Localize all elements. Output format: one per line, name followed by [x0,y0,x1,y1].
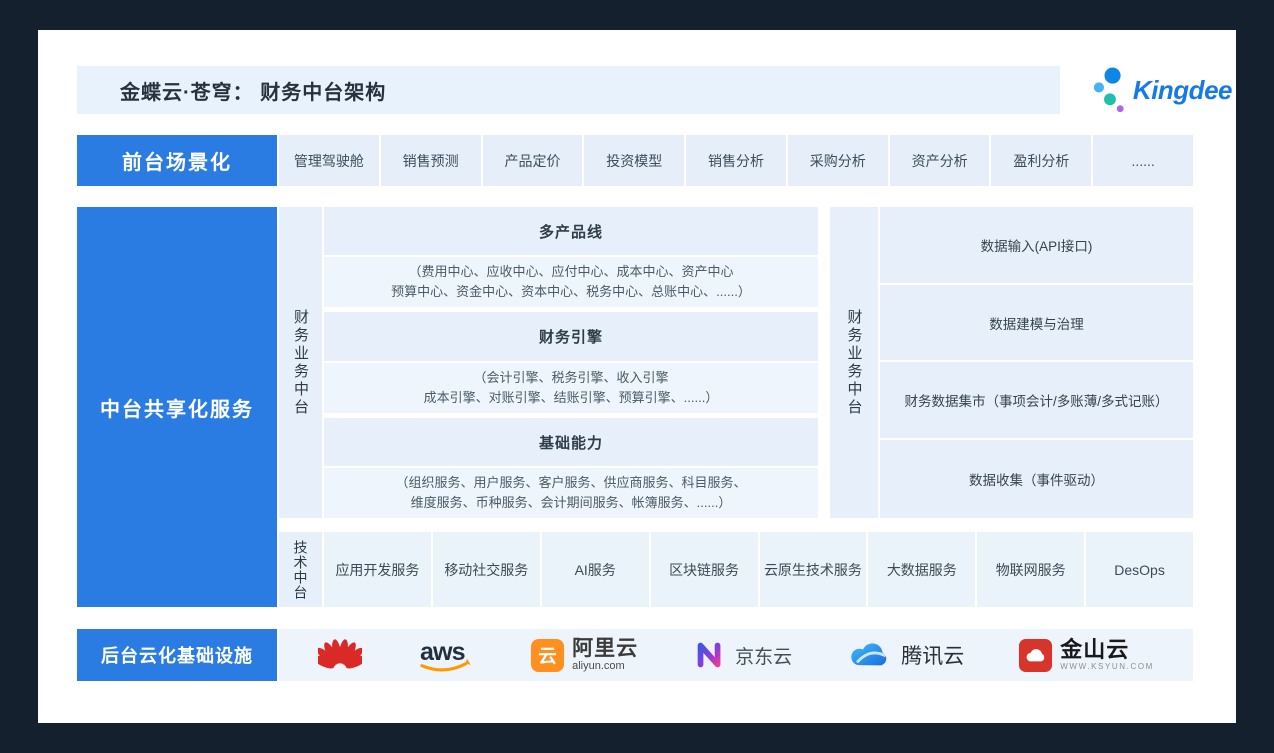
section-header: 基础能力 [324,418,818,466]
aliyun-name: 阿里云 [572,638,638,660]
cloud-vendor-band: aws 云 阿里云 aliyun.com [279,629,1193,681]
ksyun-sub: WWW.KSYUN.COM [1060,663,1154,671]
section-header: 财务引擎 [324,312,818,361]
tech-service-cell: 物联网服务 [977,532,1084,607]
tencentcloud-name: 腾讯云 [901,640,964,670]
kingdee-logo: Kingdee [1070,64,1232,116]
page-title: 金蝶云·苍穹： 财务中台架构 [77,76,386,105]
section-detail: （组织服务、用户服务、客户服务、供应商服务、科目服务、 维度服务、币种服务、会计… [324,468,818,518]
tech-service-cell: 移动社交服务 [433,532,540,607]
finance-business-platform-label-left: 财务业务中台 [279,207,322,518]
front-tab: 资产分析 [890,135,990,186]
data-platform-box: 财务数据集市（事项会计/多账薄/多式记账） [880,362,1193,438]
ksyun-icon [1018,638,1053,673]
aliyun-glyph: 云 [538,645,556,666]
jdcloud-icon [692,637,728,673]
aliyun-icon: 云 [530,638,565,673]
kingdee-dots-icon [1093,67,1127,113]
vendor-logo-huawei [318,636,362,674]
data-platform-box: 数据建模与治理 [880,285,1193,360]
ksyun-name: 金山云 [1060,638,1154,661]
tech-service-cell: 区块链服务 [651,532,758,607]
front-tab: 投资模型 [584,135,684,186]
front-tab: 销售预测 [381,135,481,186]
section-detail: （费用中心、应收中心、应付中心、成本中心、资产中心 预算中心、资金中心、资本中心… [324,257,818,307]
huawei-icon [318,636,362,674]
backend-infra-label: 后台云化基础设施 [77,629,277,681]
tech-service-cell: DesOps [1086,532,1193,607]
header-band: 金蝶云·苍穹： 财务中台架构 [77,66,1060,114]
data-platform-box: 数据输入(API接口) [880,207,1193,283]
front-tab: 盈利分析 [991,135,1091,186]
middle-shared-services-label: 中台共享化服务 [77,207,277,607]
finance-data-boxes: 数据输入(API接口) 数据建模与治理 财务数据集市（事项会计/多账薄/多式记账… [880,207,1193,518]
tech-service-cell: 大数据服务 [868,532,975,607]
aws-wordmark: aws [420,638,465,666]
tencentcloud-icon [846,638,894,672]
front-tab: 采购分析 [788,135,888,186]
architecture-diagram: 金蝶云·苍穹： 财务中台架构 Kingdee 前台场景化 管理驾驶舱 销售预测 … [38,30,1236,723]
tech-service-cell: AI服务 [542,532,649,607]
data-platform-box: 数据收集（事件驱动） [880,440,1193,518]
tech-service-cells: 应用开发服务 移动社交服务 AI服务 区块链服务 云原生技术服务 大数据服务 物… [324,532,1193,607]
front-tab: ...... [1093,135,1193,186]
kingdee-wordmark: Kingdee [1133,75,1232,106]
vendor-logo-aliyun: 云 阿里云 aliyun.com [530,638,638,673]
front-tab: 管理驾驶舱 [279,135,379,186]
vendor-logo-jdcloud: 京东云 [692,637,792,673]
vendor-logo-aws: aws [416,636,476,675]
aliyun-sub: aliyun.com [572,661,638,673]
front-tab: 产品定价 [483,135,583,186]
vendor-logo-tencentcloud: 腾讯云 [846,638,964,672]
tech-service-cell: 应用开发服务 [324,532,431,607]
section-detail: （会计引擎、税务引擎、收入引擎 成本引擎、对账引擎、结账引擎、预算引擎、....… [324,363,818,413]
section-header: 多产品线 [324,207,818,255]
finance-business-sections: 多产品线 （费用中心、应收中心、应付中心、成本中心、资产中心 预算中心、资金中心… [324,207,818,518]
front-tab: 销售分析 [686,135,786,186]
tech-platform-label: 技术中台 [279,532,322,607]
finance-business-platform-label-right: 财务业务中台 [830,207,878,518]
jdcloud-name: 京东云 [735,642,792,669]
tech-service-cell: 云原生技术服务 [760,532,867,607]
front-stage-label: 前台场景化 [77,135,277,186]
front-stage-tabs: 管理驾驶舱 销售预测 产品定价 投资模型 销售分析 采购分析 资产分析 盈利分析… [279,135,1193,186]
vendor-logo-ksyun: 金山云 WWW.KSYUN.COM [1018,638,1154,673]
aws-icon: aws [416,636,476,675]
